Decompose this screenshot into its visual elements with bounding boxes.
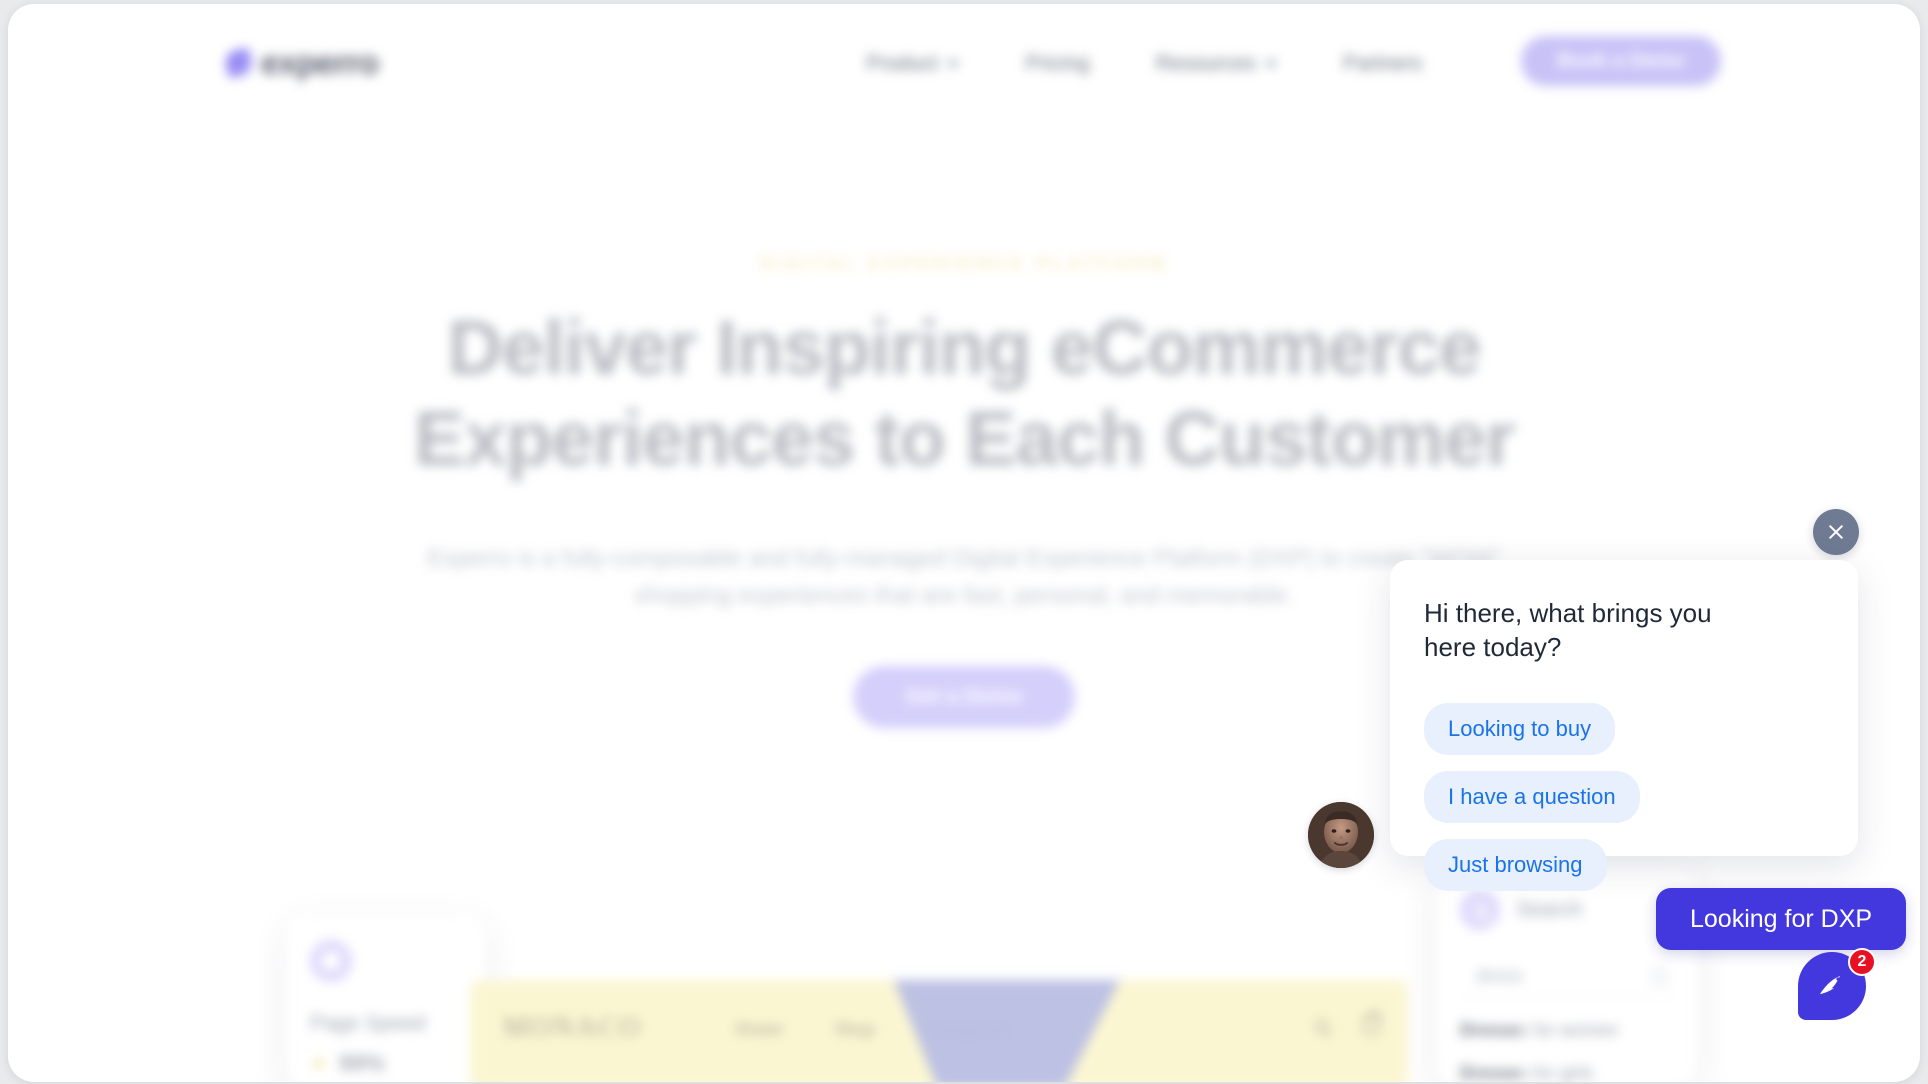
hero-subtitle-line-1: Experro is a fully-composable and fully-…: [427, 544, 1415, 572]
suggestion-rest: s for girls: [1520, 1063, 1594, 1082]
suggestion-bold: Dresse: [1460, 1020, 1521, 1040]
page-speed-card: Page Speed ★ 99%: [286, 914, 486, 1082]
looking-for-dxp-button[interactable]: Looking for DXP: [1656, 888, 1907, 950]
page-title: Deliver Inspiring eCommerce Experiences …: [314, 303, 1614, 485]
hero-title-line-1: Deliver Inspiring eCommerce: [447, 305, 1481, 391]
nav-item-partners[interactable]: Partners: [1343, 52, 1422, 76]
nav-item-pricing[interactable]: Pricing: [1025, 52, 1089, 76]
nav-links: Product Pricing Resources Partners: [866, 52, 1488, 76]
list-item[interactable]: Dresses for women: [1460, 1020, 1674, 1041]
storefront-nav-home[interactable]: Home: [735, 1018, 784, 1041]
storefront-icons: [1315, 1011, 1381, 1035]
top-navigation: experro Product Pricing Resources Partne…: [8, 4, 1920, 130]
shopping-bag-icon[interactable]: [1363, 1011, 1381, 1035]
search-input-value: dress: [1476, 965, 1523, 987]
suggestion-bold: Dresse: [1460, 1063, 1521, 1082]
page-speed-value: 99%: [338, 1050, 385, 1076]
search-card-header: Search: [1460, 890, 1674, 930]
quick-reply-just-browsing[interactable]: Just browsing: [1424, 838, 1607, 891]
search-icon[interactable]: [1315, 1018, 1329, 1033]
hero-title-line-2: Experiences to Each Customer: [413, 395, 1516, 482]
star-icon: ★: [310, 1053, 328, 1075]
quick-reply-looking-to-buy[interactable]: Looking to buy: [1424, 702, 1616, 755]
search-card-title: Search: [1516, 898, 1583, 921]
page-speed-value-row: ★ 99%: [310, 1050, 462, 1077]
storefront-preview: MONACO Home Shop Categories: [470, 980, 1408, 1082]
chat-quick-replies: Looking to buy I have a question Just br…: [1424, 702, 1824, 891]
chat-launcher-button[interactable]: 2: [1798, 948, 1876, 1028]
suggestion-rest: s for women: [1520, 1020, 1619, 1040]
avatar: [1308, 802, 1374, 868]
logo-mark-icon: [223, 47, 255, 79]
book-a-demo-button[interactable]: Book a Demo: [1521, 36, 1721, 86]
chevron-down-icon: [947, 60, 960, 68]
clear-icon[interactable]: [1651, 968, 1668, 985]
storefront-brand: MONACO: [503, 1012, 643, 1043]
storefront-nav-shop[interactable]: Shop: [834, 1018, 875, 1041]
hero-subtitle: Experro is a fully-composable and fully-…: [404, 540, 1524, 614]
decorative-funnel-shape: [892, 980, 1122, 1082]
hero-eyebrow: DIGITAL EXPERIENCE PLATFORM: [759, 254, 1169, 275]
quick-reply-i-have-a-question[interactable]: I have a question: [1424, 770, 1640, 823]
nav-item-product-label: Product: [866, 52, 939, 75]
list-item[interactable]: Dresses for girls: [1460, 1063, 1674, 1082]
nav-item-partners-label: Partners: [1342, 52, 1423, 75]
speed-gauge-icon: [310, 940, 352, 982]
chat-greeting-popup: Hi there, what brings you here today? Lo…: [1390, 560, 1858, 891]
nav-item-resources-label: Resources: [1155, 52, 1256, 75]
unread-badge: 2: [1848, 948, 1876, 976]
site-logo[interactable]: experro: [223, 44, 379, 82]
nav-item-pricing-label: Pricing: [1025, 52, 1090, 75]
get-a-demo-button[interactable]: Get a Demo: [853, 666, 1075, 729]
search-input[interactable]: dress: [1460, 956, 1674, 998]
close-icon[interactable]: [1813, 509, 1859, 555]
page-speed-label: Page Speed: [310, 1012, 426, 1035]
nav-item-resources[interactable]: Resources: [1156, 52, 1277, 76]
chat-greeting-text: Hi there, what brings you here today?: [1424, 598, 1712, 663]
search-icon: [1460, 890, 1500, 930]
chevron-down-icon: [1264, 60, 1277, 68]
background-site: experro Product Pricing Resources Partne…: [8, 4, 1920, 1082]
nav-item-product[interactable]: Product: [866, 52, 960, 76]
browser-page: experro Product Pricing Resources Partne…: [8, 4, 1920, 1082]
logo-text: experro: [261, 44, 379, 81]
